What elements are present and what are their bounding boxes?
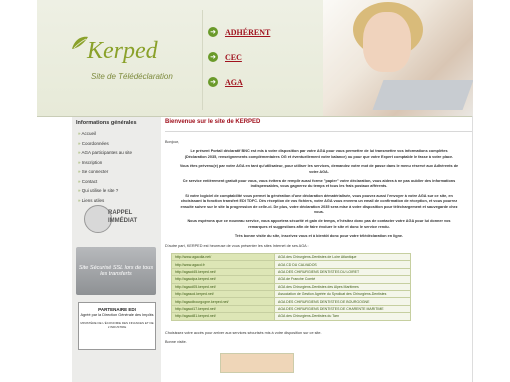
aga-link[interactable]: http://agacd81.kerped.net/: [171, 312, 275, 321]
sidebar-item-aga[interactable]: AGA participantes au site: [78, 148, 161, 158]
main-content: Bienvenue sur le site de KERPED Bonjour,…: [165, 117, 473, 382]
photo-face: [363, 12, 411, 72]
site-tagline: Site de Télédéclaration: [91, 72, 173, 81]
aga-description: AGA des Chirurgiens-Dentistes du Tarn: [274, 312, 411, 321]
intro-paragraph-6: Très bonne visite du site, inscrivez vou…: [234, 234, 404, 239]
aga-link[interactable]: http://agacd45.kerped.net/: [171, 267, 275, 277]
sidebar-item-connecter[interactable]: Se connecter: [78, 167, 161, 177]
table-row: http://agacd05.kerped.net/AGA des Chirur…: [171, 282, 411, 292]
sidebar-item-qui[interactable]: Qui utilise le site ?: [78, 186, 161, 196]
aga-link[interactable]: http://www.agacd.fr: [171, 260, 275, 269]
ssl-badge: Site Sécurisé SSL lors de tous les trans…: [76, 247, 156, 295]
aga-description: Association de Gestion Agréée du Syndica…: [274, 290, 411, 299]
table-row: http://agacd17.kerped.net/AGA DES CHIRUR…: [171, 304, 411, 314]
closing-line-2: Bonne visite.: [165, 340, 187, 345]
nav-aga-label[interactable]: AGA: [225, 78, 243, 87]
nav-adherent-label[interactable]: ADHÉRENT: [225, 28, 270, 37]
nav-adherent[interactable]: ➜ ADHÉRENT: [208, 26, 270, 38]
sidebar: Informations générales Accueil Coordonné…: [72, 117, 161, 382]
table-row: http://agacd81.kerped.net/AGA des Chirur…: [171, 312, 411, 321]
intro-paragraph-5: Nous espérons que ce nouveau service, vo…: [187, 219, 451, 229]
table-row: http://www.agacd.fr AGA CD DU CALVADOS: [171, 260, 411, 269]
aga-description: AGA des Chirurgiens-Dentistes des Alpes …: [274, 282, 411, 292]
arrow-right-icon: ➜: [208, 77, 218, 87]
nav-cec[interactable]: ➜ CEC: [208, 51, 270, 63]
page-edge: [472, 116, 473, 382]
sidebar-item-contact[interactable]: Contact: [78, 177, 161, 187]
rappel-immediat-button[interactable]: RAPPEL IMMÉDIAT: [84, 205, 152, 233]
aga-link[interactable]: http://agacd05.kerped.net/: [171, 282, 275, 292]
aga-link[interactable]: http://agasod.kerped.net/: [171, 290, 275, 299]
sidebar-item-accueil[interactable]: Accueil: [78, 129, 161, 139]
aga-description: AGA des Chirurgiens-Dentistes de Loire A…: [274, 253, 411, 262]
kerped-logo[interactable]: Kerped: [87, 38, 158, 65]
footer-image: [220, 353, 294, 374]
page-title: Bienvenue sur le site de KERPED: [165, 119, 261, 125]
intro-paragraph-2: Vous êtes prévenu(e) par votre AGA en ta…: [179, 164, 459, 174]
sidebar-item-liens[interactable]: Liens utiles: [78, 196, 161, 206]
nav-cec-label[interactable]: CEC: [225, 53, 242, 62]
edi-partner-badge: PARTENAIRE EDI Agréé par la Direction Gé…: [78, 302, 156, 350]
page: Kerped Site de Télédéclaration ➜ ADHÉREN…: [37, 0, 473, 382]
edi-ministry: MINISTÈRE DE L'ÉCONOMIE DES FINANCES ET …: [80, 321, 154, 329]
rappel-line1: RAPPEL: [108, 210, 133, 216]
table-row: http://agacd45.kerped.net/AGA DES CHIRUR…: [171, 267, 411, 277]
table-row: http://agacdbourgogne.kerped.net/AGA DES…: [171, 297, 411, 306]
header-nav: ➜ ADHÉRENT ➜ CEC ➜ AGA: [208, 26, 270, 101]
intro-paragraph-4: Si votre logiciel de comptabilité vous p…: [180, 193, 458, 215]
closing-line-1: Choisissez votre accès pour arriver aux …: [165, 330, 322, 335]
title-divider: [165, 131, 473, 132]
aga-link[interactable]: http://agacdbourgogne.kerped.net/: [171, 297, 275, 306]
aga-description: AGA de Franche Comté: [274, 275, 411, 284]
aga-description: AGA DES CHIRURGIENS DENTISTES DU LOIRET: [274, 267, 411, 277]
aga-description: AGA DES CHIRURGIENS DENTISTES DE BOURGOG…: [274, 297, 411, 306]
ssl-text: Site Sécurisé SSL lors de tous les trans…: [78, 265, 154, 277]
sidebar-item-inscription[interactable]: Inscription: [78, 158, 161, 168]
intro-paragraph-3: Ce service entièrement gratuit pour vous…: [182, 179, 456, 189]
intro-paragraph-1: Le présent Portail déclaratif BNC est mi…: [184, 149, 454, 159]
arrow-right-icon: ➜: [208, 52, 218, 62]
header-divider: [202, 10, 203, 110]
edi-title: PARTENAIRE EDI: [98, 307, 136, 312]
links-intro: D'autre part, KERPED est heureuse de vou…: [165, 243, 309, 248]
table-row: http://www.agacdla.net/AGA des Chirurgie…: [171, 253, 411, 262]
rappel-line2: IMMÉDIAT: [108, 218, 138, 224]
sidebar-title: Informations générales: [76, 120, 137, 126]
aga-description: AGA DES CHIRURGIENS DENTISTES DE CHARENT…: [274, 304, 411, 314]
edi-subtitle: Agréé par la Direction Générale des Impô…: [80, 313, 154, 317]
aga-link[interactable]: http://agacdpa.kerped.net/: [171, 275, 275, 284]
table-row: http://agacdpa.kerped.net/AGA de Franche…: [171, 275, 411, 284]
arrow-right-icon: ➜: [208, 27, 218, 37]
nav-aga[interactable]: ➜ AGA: [208, 76, 270, 88]
aga-link[interactable]: http://www.agacdla.net/: [171, 253, 275, 262]
header-photo: [323, 0, 473, 116]
aga-links-table: http://www.agacdla.net/AGA des Chirurgie…: [171, 253, 411, 321]
table-row: http://agasod.kerped.net/Association de …: [171, 290, 411, 299]
sidebar-item-coordonnees[interactable]: Coordonnées: [78, 139, 161, 149]
greeting: Bonjour,: [165, 140, 179, 144]
sidebar-menu: Accueil Coordonnées AGA participantes au…: [72, 129, 161, 205]
aga-link[interactable]: http://agacd17.kerped.net/: [171, 304, 275, 314]
aga-description: AGA CD DU CALVADOS: [274, 260, 411, 269]
header: Kerped Site de Télédéclaration ➜ ADHÉREN…: [37, 0, 473, 117]
photo-laptop: [372, 80, 473, 110]
